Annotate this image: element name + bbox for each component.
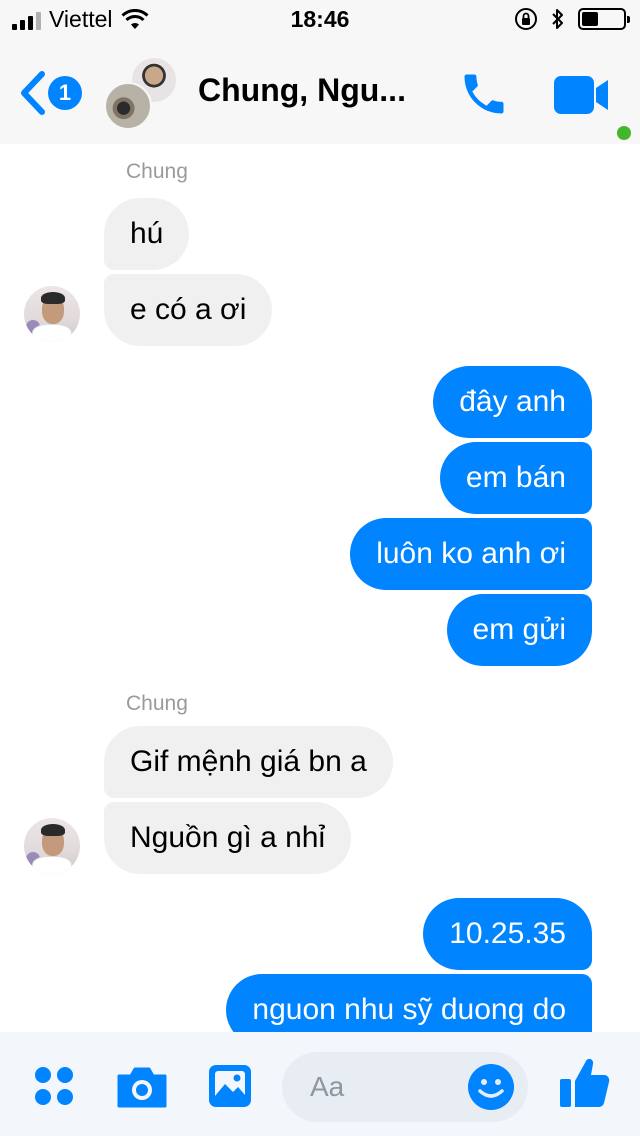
message-composer [0,1032,640,1136]
outgoing-message[interactable]: đây anh [433,366,592,438]
bluetooth-icon [552,9,563,29]
outgoing-message[interactable]: luôn ko anh ơi [350,518,592,590]
group-avatar[interactable] [104,56,178,130]
battery-icon [578,8,630,30]
message-input-container [282,1052,528,1122]
unread-badge: 1 [48,76,82,110]
camera-button[interactable] [114,1062,170,1112]
camera-icon [117,1067,167,1108]
incoming-message[interactable]: Gif mệnh giá bn a [104,726,393,798]
status-right [514,7,630,31]
outgoing-message[interactable]: nguon nhu sỹ duong do [226,974,592,1032]
back-button[interactable]: 1 [18,68,88,118]
emoji-button[interactable] [466,1062,516,1112]
status-bar: Viettel 18:46 [0,0,640,40]
sender-name: Chung [126,692,188,715]
more-actions-button[interactable] [30,1062,78,1110]
outgoing-message[interactable]: em bán [439,442,592,514]
incoming-message[interactable]: hú [104,198,190,270]
gallery-button[interactable] [204,1060,256,1112]
sender-avatar[interactable] [24,286,80,342]
apps-grid-icon [35,1067,73,1105]
like-button[interactable] [556,1054,612,1112]
voice-call-button[interactable] [458,68,510,120]
photo-gallery-icon [209,1065,251,1107]
battery-fill [582,12,598,26]
video-call-button[interactable] [552,72,614,118]
thumbs-up-icon [560,1058,610,1107]
phone-icon [464,74,504,114]
emoji-icon [468,1064,514,1110]
back-chevron-icon [21,71,45,115]
orientation-lock-icon [515,8,537,30]
outgoing-message[interactable]: 10.25.35 [423,898,592,970]
video-camera-icon [554,76,608,114]
message-input[interactable] [310,1052,480,1122]
message-list[interactable]: Chung hú e có a ơi đây anh em bán luôn k… [0,144,640,1032]
conversation-header: 1 Chung, Ngu... [0,40,640,144]
sender-name: Chung [126,160,188,183]
incoming-message[interactable]: Nguồn gì a nhỉ [104,802,352,874]
member-avatar-2 [104,82,152,130]
sender-avatar[interactable] [24,818,80,874]
active-status-dot [617,126,631,140]
outgoing-message[interactable]: em gửi [446,594,592,666]
incoming-message[interactable]: e có a ơi [104,274,273,346]
conversation-title[interactable]: Chung, Ngu... [198,72,406,109]
